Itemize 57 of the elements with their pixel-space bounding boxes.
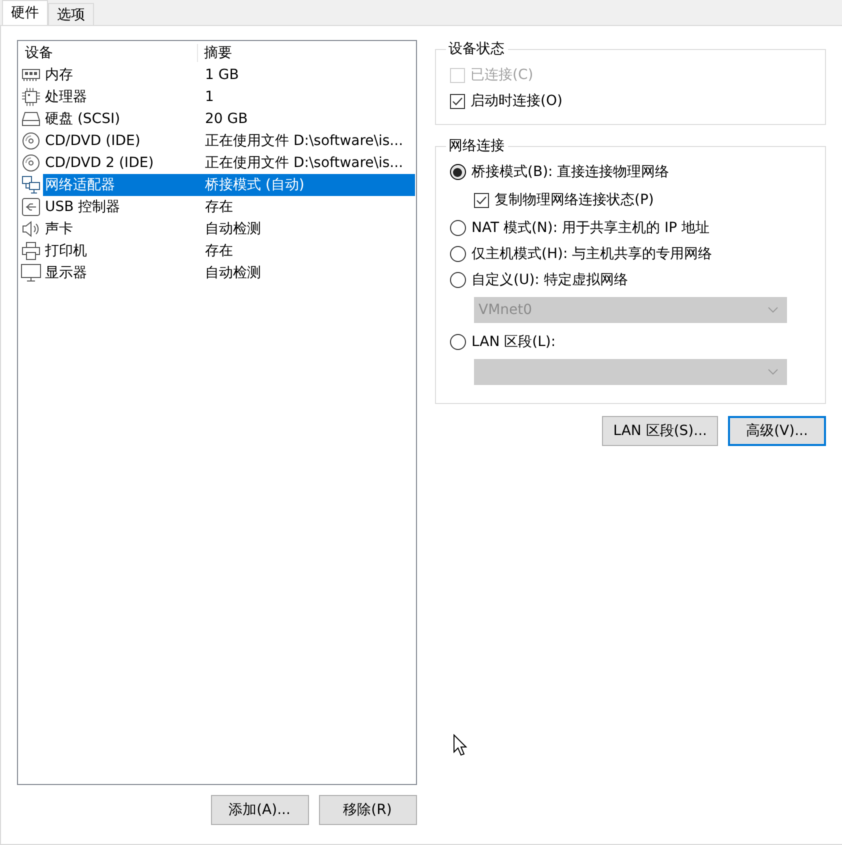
radio-button[interactable] (450, 334, 466, 350)
device-item[interactable]: USB 控制器 (43, 196, 203, 218)
device-item[interactable]: 显示器 (43, 262, 203, 284)
speaker-icon (22, 221, 40, 237)
column-header[interactable]: 设备 (19, 44, 198, 62)
radio-label: 仅主机模式(H): 与主机共享的专用网络 (472, 245, 712, 263)
device-summary: 桥接模式 (自动) (203, 174, 414, 196)
device-summary: 自动检测 (204, 264, 262, 283)
radio-button[interactable] (450, 220, 466, 236)
device-item[interactable]: 处理器 (43, 86, 203, 108)
dialog-button[interactable]: LAN 区段(S)... (602, 416, 718, 446)
device-item[interactable]: 硬盘 (SCSI) (43, 108, 203, 130)
radio-button[interactable] (450, 272, 466, 288)
device-item[interactable]: CD/DVD 2 (IDE) (43, 152, 203, 174)
device-summary: 20 GB (204, 110, 249, 129)
device-summary: 自动检测 (204, 220, 262, 239)
device-summary: 1 (204, 88, 215, 107)
device-summary: 存在 (204, 198, 234, 217)
radio-label: 桥接模式(B): 直接连接物理网络 (472, 163, 670, 181)
device-item[interactable]: 网络适配器 (43, 174, 203, 196)
tab[interactable]: 硬件 (2, 0, 48, 25)
disc-icon (22, 132, 40, 150)
checkbox-label: 启动时连接(O) (470, 92, 562, 110)
radio-label: NAT 模式(N): 用于共享主机的 IP 地址 (472, 219, 710, 237)
chevron-down-icon (768, 369, 778, 375)
device-item[interactable]: 内存 (43, 64, 203, 86)
monitor-icon (21, 264, 41, 282)
list-button[interactable]: 添加(A)... (210, 795, 308, 825)
checkbox[interactable] (474, 192, 488, 208)
device-item[interactable]: 打印机 (43, 240, 203, 262)
device-summary: 正在使用文件 D:\software\is... (204, 132, 404, 151)
device-summary: 正在使用文件 D:\software\is... (204, 154, 404, 173)
list-button[interactable]: 移除(R) (318, 795, 416, 825)
radio-button[interactable] (450, 164, 466, 180)
device-item[interactable]: CD/DVD (IDE) (43, 130, 203, 152)
device-summary: 存在 (204, 242, 234, 261)
checkbox-label: 已连接(C) (470, 66, 534, 84)
device-item[interactable]: 声卡 (43, 218, 203, 240)
network-icon (22, 176, 40, 194)
memory-icon (22, 69, 40, 81)
chevron-down-icon (768, 307, 778, 313)
dialog-button[interactable]: 高级(V)... (728, 416, 826, 446)
radio-label: LAN 区段(L): (472, 333, 556, 351)
usb-icon (22, 198, 40, 216)
column-header[interactable]: 摘要 (198, 44, 232, 62)
radio-button[interactable] (450, 246, 466, 262)
checkbox-label: 复制物理网络连接状态(P) (494, 191, 654, 209)
group-title: 设备状态 (448, 40, 506, 58)
group-title: 网络连接 (448, 137, 506, 155)
disc-icon (22, 154, 40, 172)
device-summary: 1 GB (204, 66, 240, 85)
checkbox[interactable] (450, 94, 464, 108)
printer-icon (22, 242, 40, 260)
chip-icon (22, 88, 40, 106)
tab[interactable]: 选项 (48, 3, 94, 25)
mouse-pointer-icon (452, 734, 466, 756)
radio-label: 自定义(U): 特定虚拟网络 (472, 271, 628, 289)
